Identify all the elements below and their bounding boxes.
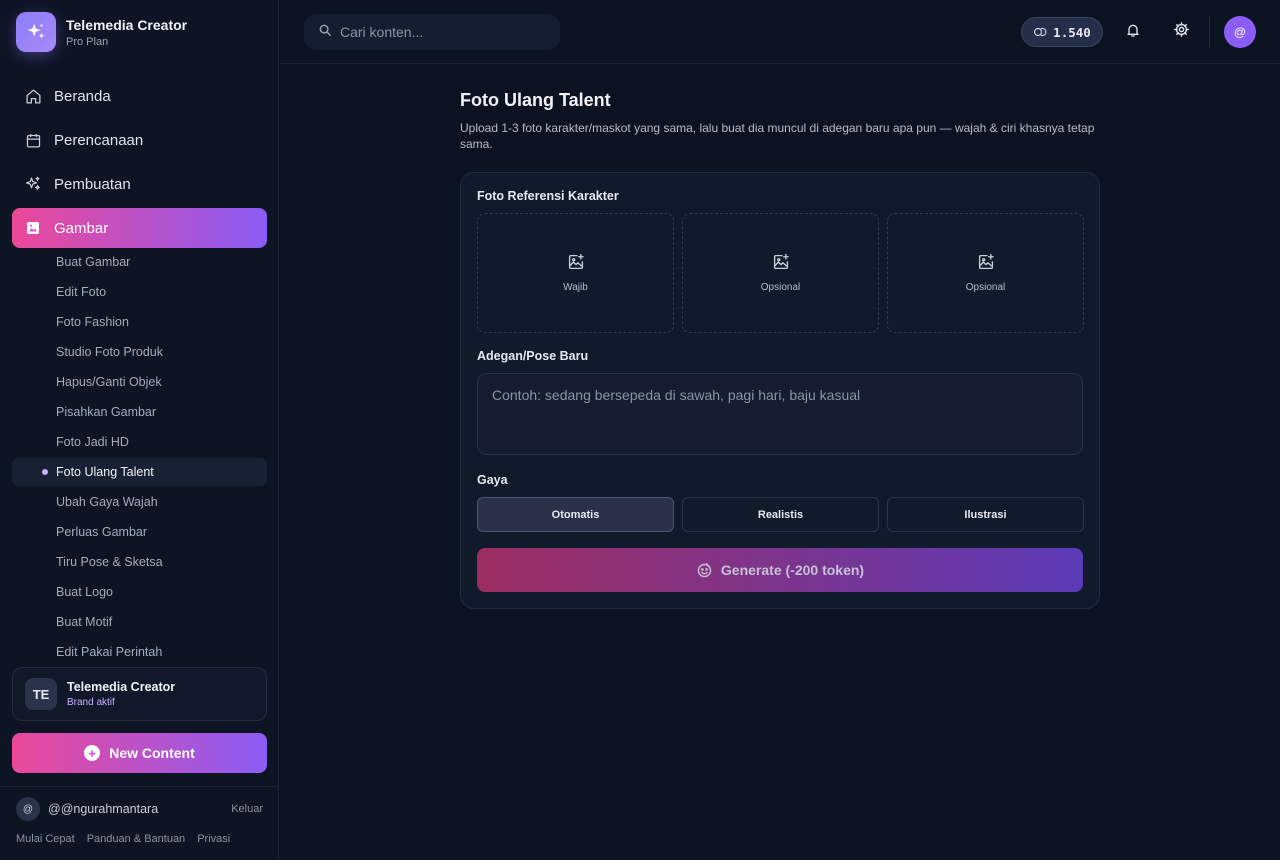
subnav-item[interactable]: Pisahkan Gambar bbox=[12, 398, 267, 426]
sparkles-icon bbox=[24, 175, 42, 193]
slot-label: Opsional bbox=[760, 282, 801, 293]
subnav-item[interactable]: Foto Fashion bbox=[12, 308, 267, 336]
notification-button[interactable] bbox=[1121, 20, 1145, 44]
upload-slot-optional[interactable]: Opsional bbox=[887, 213, 1084, 333]
search-box[interactable] bbox=[304, 14, 560, 50]
search-input[interactable] bbox=[340, 24, 540, 40]
generate-label: Generate (-200 token) bbox=[720, 562, 865, 578]
subnav-item[interactable]: Buat Logo bbox=[12, 578, 267, 606]
topbar-divider bbox=[1209, 16, 1210, 48]
sidebar-divider bbox=[0, 786, 279, 787]
settings-button[interactable] bbox=[1169, 20, 1193, 44]
subnav-item[interactable]: Buat Gambar bbox=[12, 248, 267, 276]
active-dot-icon bbox=[42, 469, 48, 475]
brand-plan: Pro Plan bbox=[66, 35, 109, 48]
nav-item-beranda[interactable]: Beranda bbox=[12, 76, 267, 116]
subnav-item-label: Foto Ulang Talent bbox=[56, 465, 154, 479]
search-icon bbox=[318, 23, 332, 42]
upload-slot-optional[interactable]: Opsional bbox=[682, 213, 879, 333]
brand-card-name: Telemedia Creator bbox=[67, 680, 176, 694]
reference-photos-label: Foto Referensi Karakter bbox=[477, 189, 619, 203]
coins-icon bbox=[1033, 26, 1047, 38]
generate-button[interactable]: Generate (-200 token) bbox=[477, 548, 1083, 592]
subnav-item[interactable]: Ubah Gaya Wajah bbox=[12, 488, 267, 516]
brand-avatar: TE bbox=[25, 678, 57, 710]
style-option-realistis[interactable]: Realistis bbox=[682, 497, 879, 532]
image-plus-icon bbox=[977, 253, 995, 276]
subnav-item[interactable]: Buat Motif bbox=[12, 608, 267, 636]
subnav-item-active[interactable]: Foto Ulang Talent bbox=[12, 458, 267, 486]
token-balance[interactable]: 1.540 bbox=[1021, 17, 1103, 47]
image-subnav: Buat Gambar Edit Foto Foto Fashion Studi… bbox=[12, 248, 267, 668]
subnav-item[interactable]: Studio Foto Produk bbox=[12, 338, 267, 366]
page-header: Foto Ulang Talent Upload 1-3 foto karakt… bbox=[460, 90, 1100, 152]
new-content-label: New Content bbox=[109, 745, 195, 761]
nav-label: Beranda bbox=[54, 87, 111, 105]
sidebar: Telemedia Creator Pro Plan Beranda Peren… bbox=[0, 0, 279, 860]
subnav-item[interactable]: Edit Pakai Perintah bbox=[12, 638, 267, 666]
scene-label: Adegan/Pose Baru bbox=[477, 349, 589, 363]
profile-avatar[interactable]: @ bbox=[1224, 16, 1256, 48]
subnav-item[interactable]: Hapus/Ganti Objek bbox=[12, 368, 267, 396]
logout-link[interactable]: Keluar bbox=[231, 803, 263, 815]
subnav-item[interactable]: Edit Foto bbox=[12, 278, 267, 306]
nav-label: Perencanaan bbox=[54, 131, 144, 149]
subnav-item[interactable]: Tiru Pose & Sketsa bbox=[12, 548, 267, 576]
subnav-item[interactable]: Foto Jadi HD bbox=[12, 428, 267, 456]
style-option-otomatis[interactable]: Otomatis bbox=[477, 497, 674, 532]
nav-item-perencanaan[interactable]: Perencanaan bbox=[12, 120, 267, 160]
nav-label: Pembuatan bbox=[54, 175, 131, 193]
main-nav: Beranda Perencanaan Pembuatan Gambar bbox=[12, 76, 267, 252]
page-title: Foto Ulang Talent bbox=[460, 90, 611, 110]
page-description: Upload 1-3 foto karakter/maskot yang sam… bbox=[460, 121, 1095, 151]
face-smile-icon bbox=[696, 562, 713, 579]
style-options: Otomatis Realistis Ilustrasi bbox=[477, 497, 1084, 532]
home-icon bbox=[24, 87, 42, 105]
footer-link-privacy[interactable]: Privasi bbox=[197, 833, 230, 845]
subnav-item[interactable]: Perluas Gambar bbox=[12, 518, 267, 546]
calendar-icon bbox=[24, 131, 42, 149]
user-handle: @@ngurahmantara bbox=[48, 802, 159, 816]
active-brand-card[interactable]: TE Telemedia Creator Brand aktif bbox=[12, 667, 267, 721]
upload-slot-required[interactable]: Wajib bbox=[477, 213, 674, 333]
footer-link-quickstart[interactable]: Mulai Cepat bbox=[16, 833, 75, 845]
brand-name: Telemedia Creator bbox=[66, 16, 188, 33]
image-plus-icon bbox=[772, 253, 790, 276]
scene-textarea[interactable] bbox=[477, 373, 1083, 455]
footer-link-help[interactable]: Panduan & Bantuan bbox=[87, 833, 185, 845]
talent-form-card: Foto Referensi Karakter Wajib Opsional O… bbox=[460, 172, 1100, 609]
style-option-ilustrasi[interactable]: Ilustrasi bbox=[887, 497, 1084, 532]
topbar: 1.540 @ bbox=[280, 0, 1280, 64]
reference-slots: Wajib Opsional Opsional bbox=[477, 213, 1084, 333]
sparkles-logo-icon bbox=[16, 12, 56, 52]
token-count: 1.540 bbox=[1053, 24, 1091, 40]
plus-circle-icon: + bbox=[84, 745, 101, 761]
nav-label: Gambar bbox=[54, 219, 109, 237]
image-icon bbox=[24, 219, 42, 237]
image-plus-icon bbox=[567, 253, 585, 276]
footer-links: Mulai Cepat Panduan & Bantuan Privasi bbox=[16, 833, 242, 845]
nav-item-pembuatan[interactable]: Pembuatan bbox=[12, 164, 267, 204]
slot-label: Opsional bbox=[965, 282, 1006, 293]
gear-icon bbox=[1173, 21, 1190, 43]
new-content-button[interactable]: + New Content bbox=[12, 733, 267, 773]
slot-label: Wajib bbox=[563, 282, 588, 293]
user-avatar[interactable]: @ bbox=[16, 797, 40, 821]
user-row: @ @@ngurahmantara Keluar bbox=[16, 797, 263, 821]
bell-icon bbox=[1125, 22, 1141, 43]
style-label: Gaya bbox=[477, 473, 508, 487]
nav-item-gambar[interactable]: Gambar bbox=[12, 208, 267, 248]
brand[interactable]: Telemedia Creator Pro Plan bbox=[16, 12, 187, 52]
brand-card-status: Brand aktif bbox=[67, 697, 115, 708]
